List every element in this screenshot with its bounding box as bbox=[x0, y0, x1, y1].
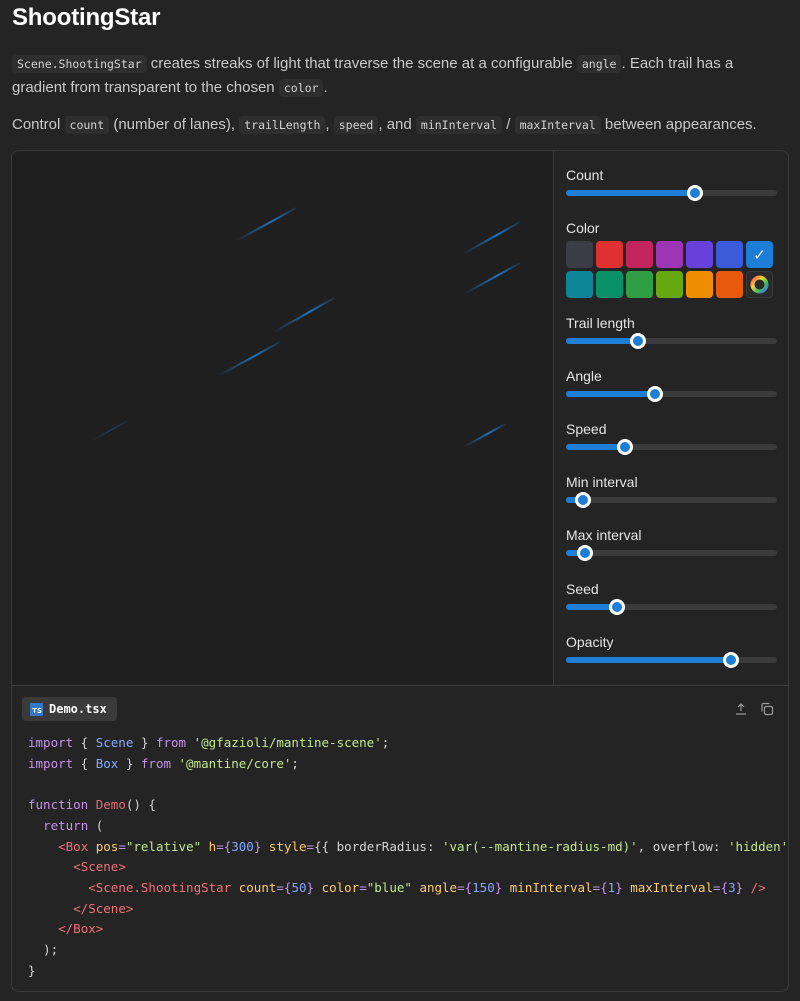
star-trail bbox=[462, 221, 521, 255]
intro-paragraph: Scene.ShootingStar creates streaks of li… bbox=[12, 52, 788, 100]
paragraph-text: between appearances. bbox=[600, 116, 757, 133]
color-swatch[interactable] bbox=[716, 271, 743, 298]
min-interval-slider[interactable] bbox=[566, 492, 777, 508]
slider-fill bbox=[566, 391, 655, 397]
shooting-stars-canvas bbox=[90, 207, 521, 448]
code-line: import { Box } from '@mantine/core'; bbox=[28, 755, 299, 771]
controls-paragraph: Control count (number of lanes), trailLe… bbox=[12, 113, 788, 137]
slider-thumb[interactable] bbox=[574, 492, 591, 508]
inline-code: angle bbox=[576, 55, 622, 73]
inline-code: trailLength bbox=[239, 116, 326, 134]
code-line: function Demo() { bbox=[28, 797, 156, 813]
code-line: ); bbox=[43, 942, 59, 958]
slider-thumb[interactable] bbox=[617, 439, 634, 455]
copy-icon[interactable] bbox=[760, 702, 774, 719]
paragraph-text: creates streaks of light that traverse t… bbox=[146, 55, 577, 72]
color-swatch[interactable] bbox=[716, 241, 743, 268]
check-icon: ✓ bbox=[753, 246, 766, 264]
inline-code: minInterval bbox=[415, 116, 503, 134]
color-swatch[interactable] bbox=[566, 271, 593, 298]
slider-fill bbox=[566, 338, 638, 344]
page-title: ShootingStar bbox=[12, 4, 161, 31]
paragraph-text: (number of lanes), bbox=[109, 116, 240, 133]
inline-code: maxInterval bbox=[514, 116, 601, 134]
star-trail bbox=[217, 341, 281, 377]
opacity-slider[interactable] bbox=[566, 652, 777, 668]
expand-icon[interactable] bbox=[734, 702, 748, 719]
angle-label: Angle bbox=[566, 368, 602, 384]
count-slider[interactable] bbox=[566, 185, 777, 201]
inline-code: count bbox=[64, 116, 110, 134]
code-line: return ( bbox=[43, 817, 104, 833]
star-trail bbox=[235, 207, 297, 242]
paragraph-text: Control bbox=[12, 116, 65, 133]
paragraph-text: / bbox=[502, 116, 515, 133]
code-panel: TS Demo.tsx import { Scene } from '@gfaz… bbox=[12, 685, 789, 991]
angle-slider[interactable] bbox=[566, 386, 777, 402]
color-swatch[interactable] bbox=[566, 241, 593, 268]
color-swatch[interactable]: ✓ bbox=[746, 241, 773, 268]
color-swatches: ✓ bbox=[566, 241, 780, 298]
color-wheel-icon bbox=[750, 275, 769, 294]
controls-panel: Count Color ✓ Trail length Angle Speed M… bbox=[553, 151, 788, 685]
code-line: import { Scene } from '@gfazioli/mantine… bbox=[28, 735, 390, 750]
count-label: Count bbox=[566, 167, 604, 183]
inline-code: Scene.ShootingStar bbox=[12, 55, 147, 73]
slider-thumb[interactable] bbox=[629, 333, 646, 349]
code-line: <Box pos="relative" h={300} style={{ bor… bbox=[58, 838, 789, 854]
color-label: Color bbox=[566, 220, 600, 236]
typescript-icon: TS bbox=[30, 702, 43, 716]
max-interval-slider[interactable] bbox=[566, 545, 777, 561]
min-interval-label: Min interval bbox=[566, 474, 638, 490]
seed-label: Seed bbox=[566, 581, 599, 597]
file-name: Demo.tsx bbox=[49, 702, 107, 716]
code-line: </Scene> bbox=[73, 900, 134, 916]
code-line: } bbox=[28, 962, 36, 978]
color-swatch[interactable] bbox=[626, 271, 653, 298]
slider-thumb[interactable] bbox=[576, 545, 593, 561]
color-swatch[interactable] bbox=[596, 241, 623, 268]
star-trail bbox=[463, 423, 506, 448]
trail-length-label: Trail length bbox=[566, 315, 635, 331]
star-trail bbox=[463, 262, 521, 295]
slider-fill bbox=[566, 657, 731, 663]
seed-slider[interactable] bbox=[566, 599, 777, 615]
star-trail bbox=[273, 297, 335, 333]
color-swatch[interactable] bbox=[686, 241, 713, 268]
speed-slider[interactable] bbox=[566, 439, 777, 455]
code-line: <Scene.ShootingStar count={50} color="bl… bbox=[88, 879, 766, 895]
slider-fill bbox=[566, 190, 695, 196]
slider-thumb[interactable] bbox=[608, 599, 625, 615]
paragraph-text: . bbox=[323, 79, 328, 96]
color-swatch[interactable] bbox=[596, 271, 623, 298]
star-trail bbox=[90, 419, 130, 442]
trail-length-slider[interactable] bbox=[566, 333, 777, 349]
speed-label: Speed bbox=[566, 421, 607, 437]
opacity-label: Opacity bbox=[566, 634, 614, 650]
max-interval-label: Max interval bbox=[566, 527, 642, 543]
slider-thumb[interactable] bbox=[686, 185, 703, 201]
code-block: import { Scene } from '@gfazioli/mantine… bbox=[28, 733, 789, 981]
code-line: <Scene> bbox=[73, 859, 126, 875]
demo-container: Count Color ✓ Trail length Angle Speed M… bbox=[11, 150, 789, 992]
scene-preview bbox=[12, 151, 553, 685]
color-swatch[interactable] bbox=[686, 271, 713, 298]
color-swatch[interactable] bbox=[656, 241, 683, 268]
file-tab[interactable]: TS Demo.tsx bbox=[22, 697, 117, 721]
color-picker-swatch[interactable] bbox=[746, 271, 773, 298]
color-swatch[interactable] bbox=[656, 271, 683, 298]
paragraph-text: , bbox=[325, 116, 334, 133]
inline-code: color bbox=[278, 79, 324, 97]
inline-code: speed bbox=[333, 116, 379, 134]
slider-thumb[interactable] bbox=[646, 386, 663, 402]
slider-thumb[interactable] bbox=[722, 652, 739, 668]
color-swatch[interactable] bbox=[626, 241, 653, 268]
code-line: </Box> bbox=[58, 921, 104, 937]
paragraph-text: , and bbox=[378, 116, 416, 133]
